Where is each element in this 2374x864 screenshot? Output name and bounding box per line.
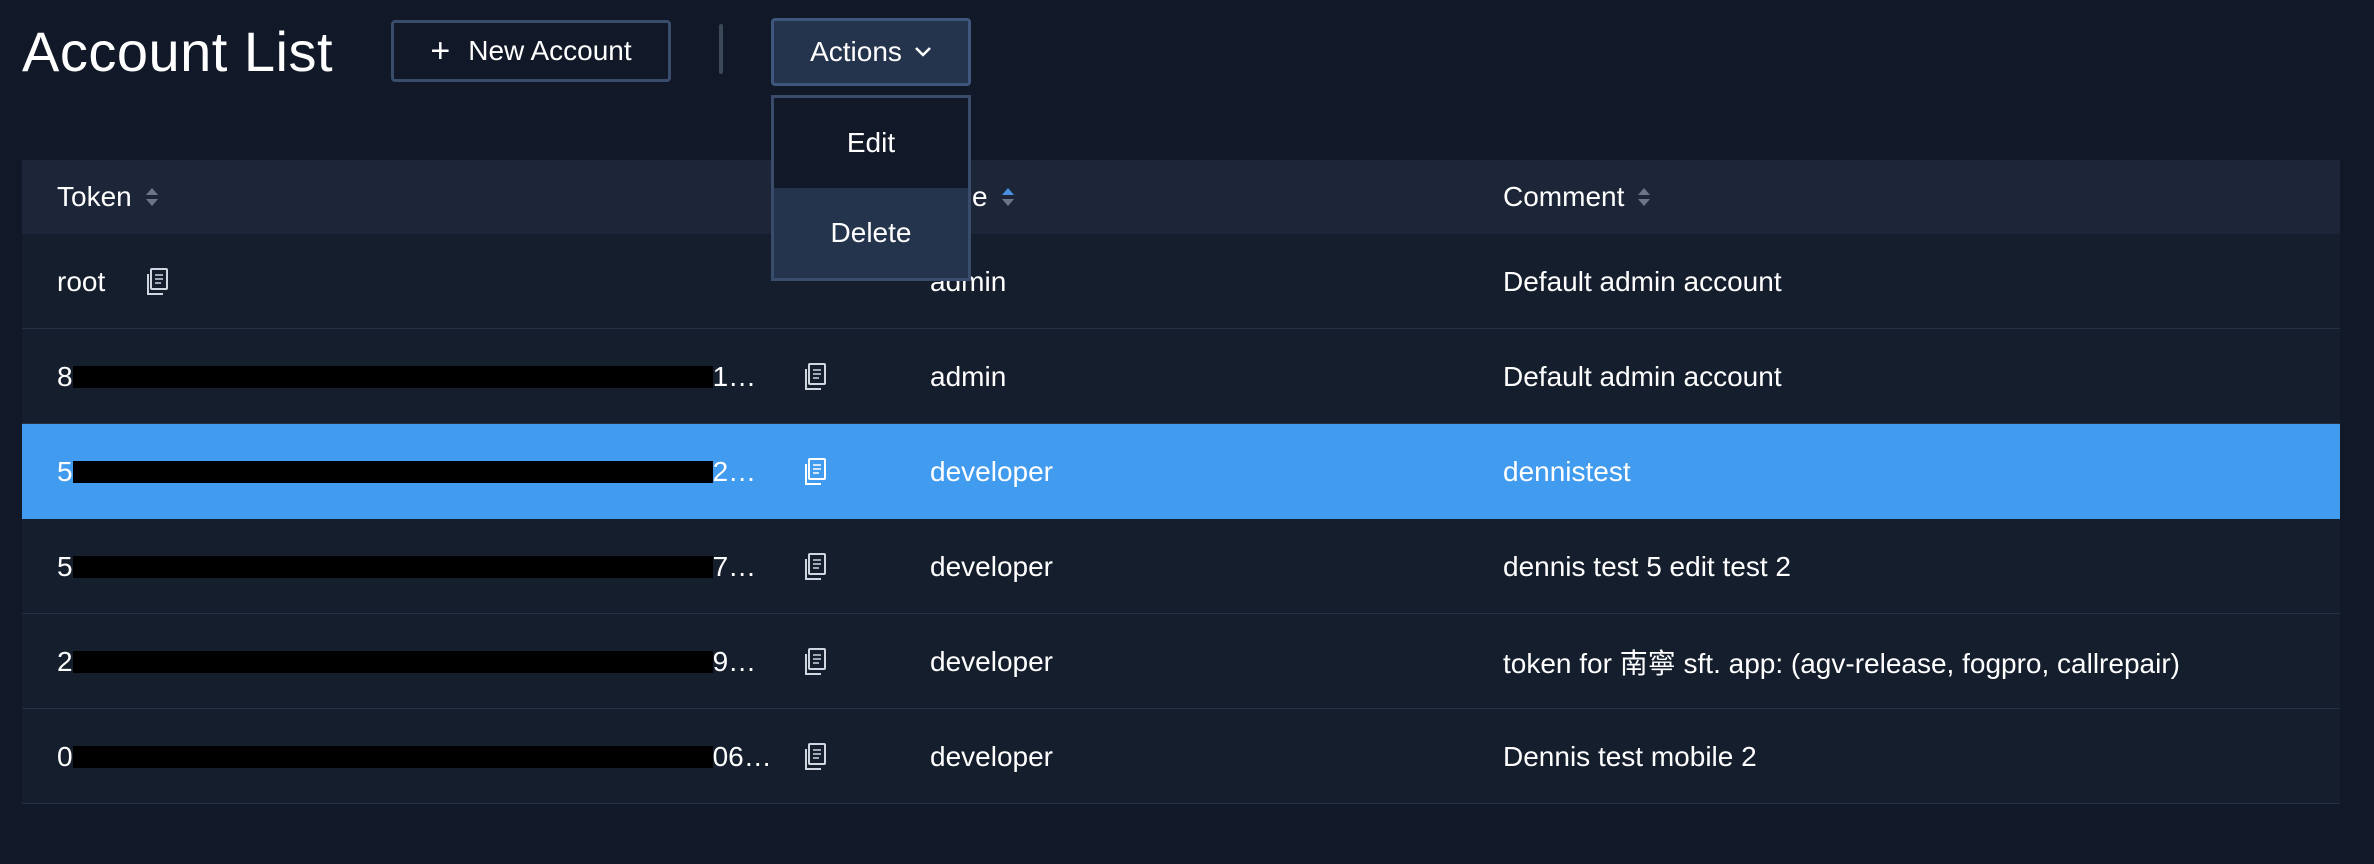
role-cell: developer: [930, 550, 1053, 582]
token-cell: 5 7…: [57, 550, 757, 582]
role-cell: developer: [930, 645, 1053, 677]
token-cell: 0 06…: [57, 740, 772, 772]
new-account-label: New Account: [468, 35, 632, 66]
table-header: Token Role Comment: [22, 160, 2340, 234]
actions-label: Actions: [810, 36, 902, 67]
comment-cell: dennis test 5 edit test 2: [1503, 550, 1791, 582]
table-row[interactable]: 5 7… developer dennis test 5 edit test 2: [22, 519, 2340, 614]
actions-dropdown-menu: Edit Delete: [771, 95, 971, 281]
role-cell: developer: [930, 455, 1053, 487]
chevron-down-icon: [914, 46, 932, 58]
copy-icon[interactable]: [802, 709, 828, 804]
menu-item-delete[interactable]: Delete: [774, 188, 968, 278]
token-cell: 2 9…: [57, 645, 757, 677]
token-cell: 8 1…: [57, 360, 757, 392]
sort-icon: [1636, 186, 1652, 208]
role-cell: admin: [930, 360, 1007, 392]
column-header-token[interactable]: Token: [57, 160, 160, 234]
copy-icon[interactable]: [802, 424, 828, 519]
comment-cell: Default admin account: [1503, 360, 1782, 392]
redaction-bar: [72, 460, 713, 483]
page-title: Account List: [22, 20, 334, 83]
comment-cell: Default admin account: [1503, 265, 1782, 297]
redaction-bar: [72, 650, 713, 673]
plus-icon: +: [430, 32, 451, 70]
table-row-selected[interactable]: 5 2… developer dennistest: [22, 424, 2340, 519]
comment-cell: dennistest: [1503, 455, 1631, 487]
menu-item-edit[interactable]: Edit: [774, 98, 968, 188]
account-table: Token Role Comment root: [22, 160, 2340, 804]
account-list-page: Account List + New Account Actions Token…: [0, 0, 2374, 864]
table-row[interactable]: root admin Default admin account: [22, 234, 2340, 329]
sort-icon: [144, 186, 160, 208]
table-row[interactable]: 0 06… developer Dennis test mobile 2: [22, 709, 2340, 804]
comment-cell: Dennis test mobile 2: [1503, 740, 1757, 772]
sort-icon: [1000, 186, 1016, 208]
comment-cell: token for 南寧 sft. app: (agv-release, fog…: [1503, 647, 2180, 679]
table-row[interactable]: 8 1… admin Default admin account: [22, 329, 2340, 424]
copy-icon[interactable]: [144, 234, 170, 329]
copy-icon[interactable]: [802, 519, 828, 614]
actions-button[interactable]: Actions: [771, 18, 971, 86]
token-text: root: [57, 265, 106, 297]
column-header-comment[interactable]: Comment: [1503, 160, 1652, 234]
redaction-bar: [72, 555, 713, 578]
table-row[interactable]: 2 9… developer token for 南寧 sft. app: (a…: [22, 614, 2340, 709]
copy-icon[interactable]: [802, 614, 828, 709]
header-divider: [719, 24, 723, 74]
redaction-bar: [72, 365, 713, 388]
new-account-button[interactable]: + New Account: [391, 20, 671, 82]
role-cell: developer: [930, 740, 1053, 772]
copy-icon[interactable]: [802, 329, 828, 424]
token-cell: root: [57, 234, 105, 329]
redaction-bar: [72, 745, 713, 768]
token-cell: 5 2…: [57, 455, 757, 487]
